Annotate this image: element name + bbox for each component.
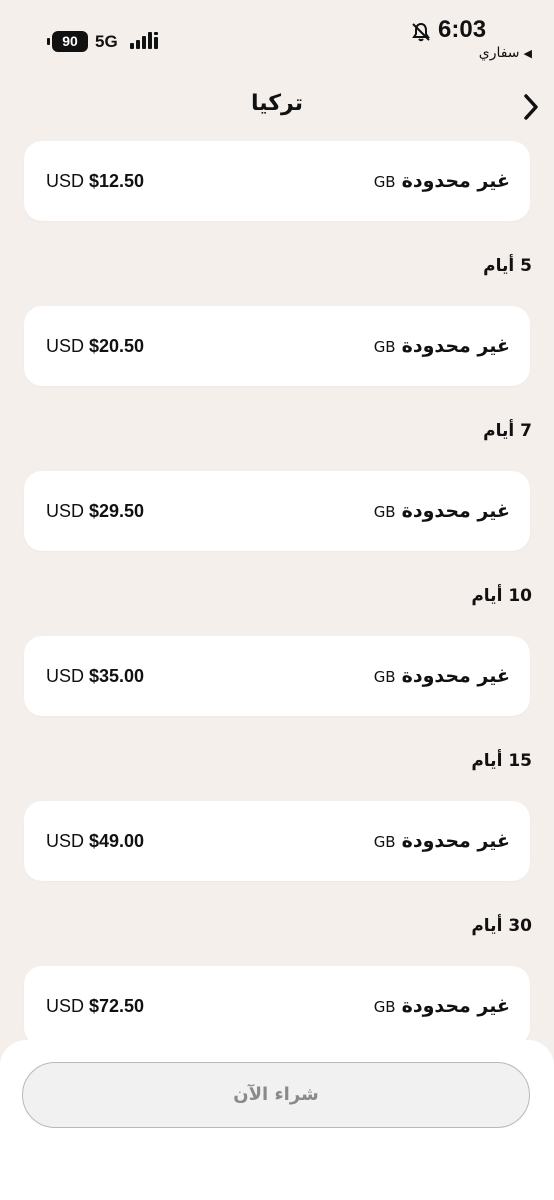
plan-price: USD $49.00 (46, 831, 145, 851)
clock: 6:03 (438, 16, 487, 43)
plan-days-label: 10 أيام (471, 586, 532, 606)
plan-group: 10 أيام غير محدودةGB USD $35.00 (0, 551, 554, 716)
back-to-app-label: سفاري (478, 45, 520, 61)
back-triangle-icon: ◀ (523, 47, 532, 60)
nav-bar: تركيا (0, 70, 554, 136)
chevron-right-icon[interactable] (520, 92, 542, 122)
plan-data-amount: غير محدودةGB (373, 995, 510, 1017)
plan-price: USD $35.00 (46, 666, 145, 686)
plan-list-scroll[interactable]: غير محدودةGB USD $12.50 5 أيام غير محدودة… (0, 136, 554, 1040)
plan-group: 15 أيام غير محدودةGB USD $49.00 (0, 716, 554, 881)
plan-days-label: 15 أيام (471, 751, 532, 771)
page-title: تركيا (251, 91, 303, 116)
plan-group: 7 أيام غير محدودةGB USD $29.50 (0, 386, 554, 551)
plan-card[interactable]: غير محدودةGB USD $72.50 (24, 966, 530, 1040)
plan-card[interactable]: غير محدودةGB USD $35.00 (24, 636, 530, 716)
plan-card[interactable]: غير محدودةGB USD $20.50 (24, 306, 530, 386)
footer-bar: شراء الآن (0, 1040, 554, 1200)
plan-data-amount: غير محدودةGB (373, 830, 510, 852)
battery-icon: 90 (47, 31, 88, 52)
plan-data-amount: غير محدودةGB (373, 335, 510, 357)
plan-price: USD $12.50 (46, 171, 145, 191)
bell-slash-icon (412, 22, 430, 42)
plan-price: USD $29.50 (46, 501, 145, 521)
plan-list: غير محدودةGB USD $12.50 5 أيام غير محدودة… (0, 136, 554, 1040)
plan-card[interactable]: غير محدودةGB USD $12.50 (24, 141, 530, 221)
plan-card[interactable]: غير محدودةGB USD $49.00 (24, 801, 530, 881)
buy-now-button[interactable]: شراء الآن (22, 1062, 530, 1128)
plan-price: USD $72.50 (46, 996, 145, 1016)
plan-group: 5 أيام غير محدودةGB USD $20.50 (0, 221, 554, 386)
plan-card[interactable]: غير محدودةGB USD $29.50 (24, 471, 530, 551)
plan-data-amount: غير محدودةGB (373, 665, 510, 687)
network-label: 5G (95, 32, 118, 51)
plan-days-label: 7 أيام (483, 421, 532, 441)
plan-data-amount: غير محدودةGB (373, 500, 510, 522)
plan-days-label: 30 أيام (471, 916, 532, 936)
back-to-app-link[interactable]: ◀سفاري (479, 44, 532, 63)
plan-group: 30 أيام غير محدودةGB USD $72.50 (0, 881, 554, 1040)
plan-data-amount: غير محدودةGB (373, 170, 510, 192)
status-bar: 90 5G 6:03 ◀سفاري (0, 0, 554, 70)
plan-group: غير محدودةGB USD $12.50 (0, 136, 554, 221)
plan-days-label: 5 أيام (483, 256, 532, 276)
signal-icon (130, 31, 160, 52)
plan-price: USD $20.50 (46, 336, 145, 356)
